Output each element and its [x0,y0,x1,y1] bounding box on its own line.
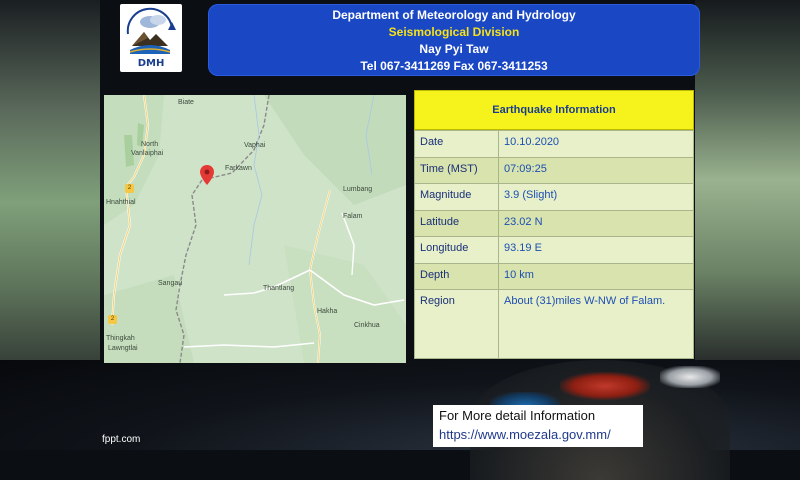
info-label: Magnitude [420,189,472,201]
map-label-cinkhua: Cinkhua [354,322,380,329]
info-row-time: Time (MST) 07:09:25 [414,157,694,184]
more-info-label: For More detail Information [439,408,596,423]
earthquake-info-title: Earthquake Information [414,90,694,130]
moezala-website-link[interactable]: https://www.moezala.gov.mm/ [439,427,611,442]
earthquake-info-table: Date 10.10.2020 Time (MST) 07:09:25 Magn… [414,130,694,359]
dmh-logo: DMH [120,4,182,72]
map-label-north-vanlaiphai: North [141,141,159,148]
info-label: Latitude [420,216,460,228]
info-label: Depth [420,269,450,281]
epicenter-map[interactable]: Biate North Vanlaiphai Vaphai Farkawn Hn… [104,95,406,363]
info-row-date: Date 10.10.2020 [414,130,694,158]
map-label-falam: Falam [343,213,363,220]
map-label-lumbang: Lumbang [343,186,373,193]
more-info-box: For More detail Information https://www.… [433,405,643,447]
city-name: Nay Pyi Taw [419,42,489,56]
info-row-latitude: Latitude 23.02 N [414,210,694,237]
logo-text: DMH [137,58,165,69]
info-value-latitude: 23.02 N [504,216,543,228]
fppt-watermark: fppt.com [102,434,141,445]
map-label-farkawn: Farkawn [225,165,252,172]
info-value-magnitude: 3.9 (Slight) [504,189,558,201]
info-value-depth: 10 km [504,269,534,281]
info-row-magnitude: Magnitude 3.9 (Slight) [414,183,694,211]
map-label-vaphai: Vaphai [244,142,266,149]
dmh-emblem-icon [126,7,176,54]
earth-image-red-region [560,372,650,400]
info-value-time: 07:09:25 [504,163,547,175]
map-label-lawngtlai: Lawngtlai [108,345,138,352]
epicenter-pin-icon[interactable] [200,165,214,185]
division-name: Seismological Division [388,25,520,39]
header-banner: Department of Meteorology and Hydrology … [208,4,700,76]
map-label-sangau: Sangau [158,280,183,287]
info-row-region: Region About (31)miles W-NW of Falam. [414,289,694,359]
info-value-date: 10.10.2020 [504,136,560,148]
info-label: Region [420,295,455,307]
contact-numbers: Tel 067-3411269 Fax 067-3411253 [360,59,548,73]
department-name: Department of Meteorology and Hydrology [332,8,576,22]
info-label: Longitude [420,242,469,254]
map-label-thantlang: Thantlang [263,285,295,292]
info-row-longitude: Longitude 93.19 E [414,236,694,264]
map-label-hnahthial: Hnahthial [106,199,136,206]
info-row-depth: Depth 10 km [414,263,694,290]
map-label-thingkah: Thingkah [106,335,135,342]
earth-image-cloud [660,366,720,388]
info-label: Date [420,136,444,148]
map-road-shield: 2 [125,184,134,193]
map-label-hakha: Hakha [317,308,338,315]
info-value-region: About (31)miles W-NW of Falam. [504,295,666,307]
map-label-north-vanlaiphai-2: Vanlaiphai [131,150,164,157]
map-road-shield: 2 [108,315,117,324]
map-label-biate: Biate [178,99,194,106]
info-value-longitude: 93.19 E [504,242,542,254]
info-label: Time (MST) [420,163,478,175]
